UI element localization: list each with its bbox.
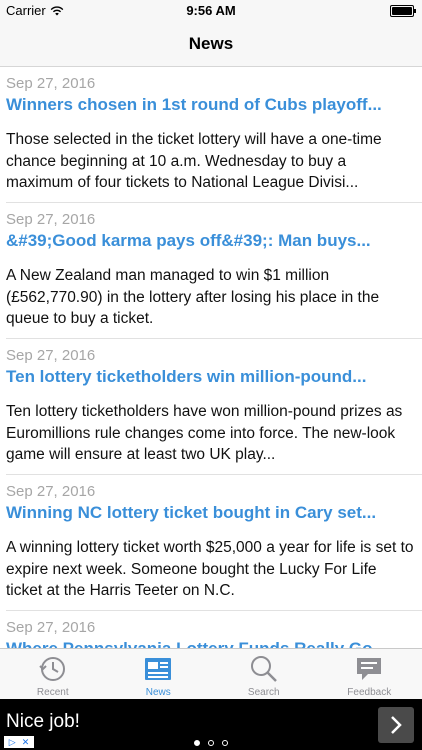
- tab-label: Search: [247, 687, 280, 698]
- news-item[interactable]: Sep 27, 2016 Winners chosen in 1st round…: [0, 67, 422, 203]
- page-title: News: [188, 34, 234, 53]
- search-icon: [250, 656, 277, 682]
- news-date: Sep 27, 2016: [6, 347, 96, 364]
- page-dot: [208, 740, 214, 746]
- news-date: Sep 27, 2016: [6, 619, 96, 636]
- news-summary: A winning lottery ticket worth $25,000 a…: [6, 539, 414, 599]
- tab-label: News: [145, 687, 171, 698]
- navigation-bar: News: [0, 22, 422, 67]
- news-title[interactable]: Winners chosen in 1st round of Cubs play…: [6, 95, 412, 115]
- tab-recent[interactable]: Recent: [0, 649, 106, 700]
- battery-icon: [390, 5, 416, 17]
- news-item[interactable]: Sep 27, 2016 Winning NC lottery ticket b…: [0, 475, 422, 611]
- news-date: Sep 27, 2016: [6, 211, 96, 228]
- status-time: 9:56 AM: [186, 3, 236, 18]
- news-date: Sep 27, 2016: [6, 483, 96, 500]
- feedback-icon: [357, 658, 382, 680]
- page-dot: [194, 740, 200, 746]
- tab-label: Recent: [36, 687, 69, 698]
- tab-search[interactable]: Search: [211, 649, 317, 700]
- news-title[interactable]: Ten lottery ticketholders win million-po…: [6, 367, 412, 387]
- ad-text: Nice job!: [6, 711, 80, 732]
- news-list[interactable]: Sep 27, 2016 Winners chosen in 1st round…: [0, 67, 422, 648]
- news-title[interactable]: &#39;Good karma pays off&#39;: Man buys.…: [6, 231, 412, 251]
- ad-banner[interactable]: Nice job! ▷ ✕: [0, 699, 422, 750]
- clock-icon: [39, 657, 65, 681]
- tab-news[interactable]: News: [106, 649, 212, 700]
- news-item[interactable]: Sep 27, 2016 Ten lottery ticketholders w…: [0, 339, 422, 475]
- tab-feedback[interactable]: Feedback: [317, 649, 422, 700]
- news-title[interactable]: Where Pennsylvania Lottery Funds Really …: [6, 639, 412, 648]
- ad-open-button[interactable]: [378, 707, 414, 743]
- newspaper-icon: [145, 658, 172, 680]
- news-title[interactable]: Winning NC lottery ticket bought in Cary…: [6, 503, 412, 523]
- page-indicator: [0, 740, 422, 746]
- news-summary: Those selected in the ticket lottery wil…: [6, 131, 382, 191]
- tab-bar: Recent News Search Feedback: [0, 648, 422, 700]
- news-item[interactable]: Sep 27, 2016 &#39;Good karma pays off&#3…: [0, 203, 422, 339]
- tab-label: Feedback: [347, 687, 392, 698]
- news-item[interactable]: Sep 27, 2016 Where Pennsylvania Lottery …: [0, 611, 422, 648]
- news-summary: A New Zealand man managed to win $1 mill…: [6, 267, 380, 327]
- news-summary: Ten lottery ticketholders have won milli…: [6, 403, 403, 463]
- page-dot: [222, 740, 228, 746]
- news-date: Sep 27, 2016: [6, 75, 96, 92]
- chevron-right-icon: [391, 716, 402, 734]
- status-bar: Carrier 9:56 AM: [0, 0, 422, 22]
